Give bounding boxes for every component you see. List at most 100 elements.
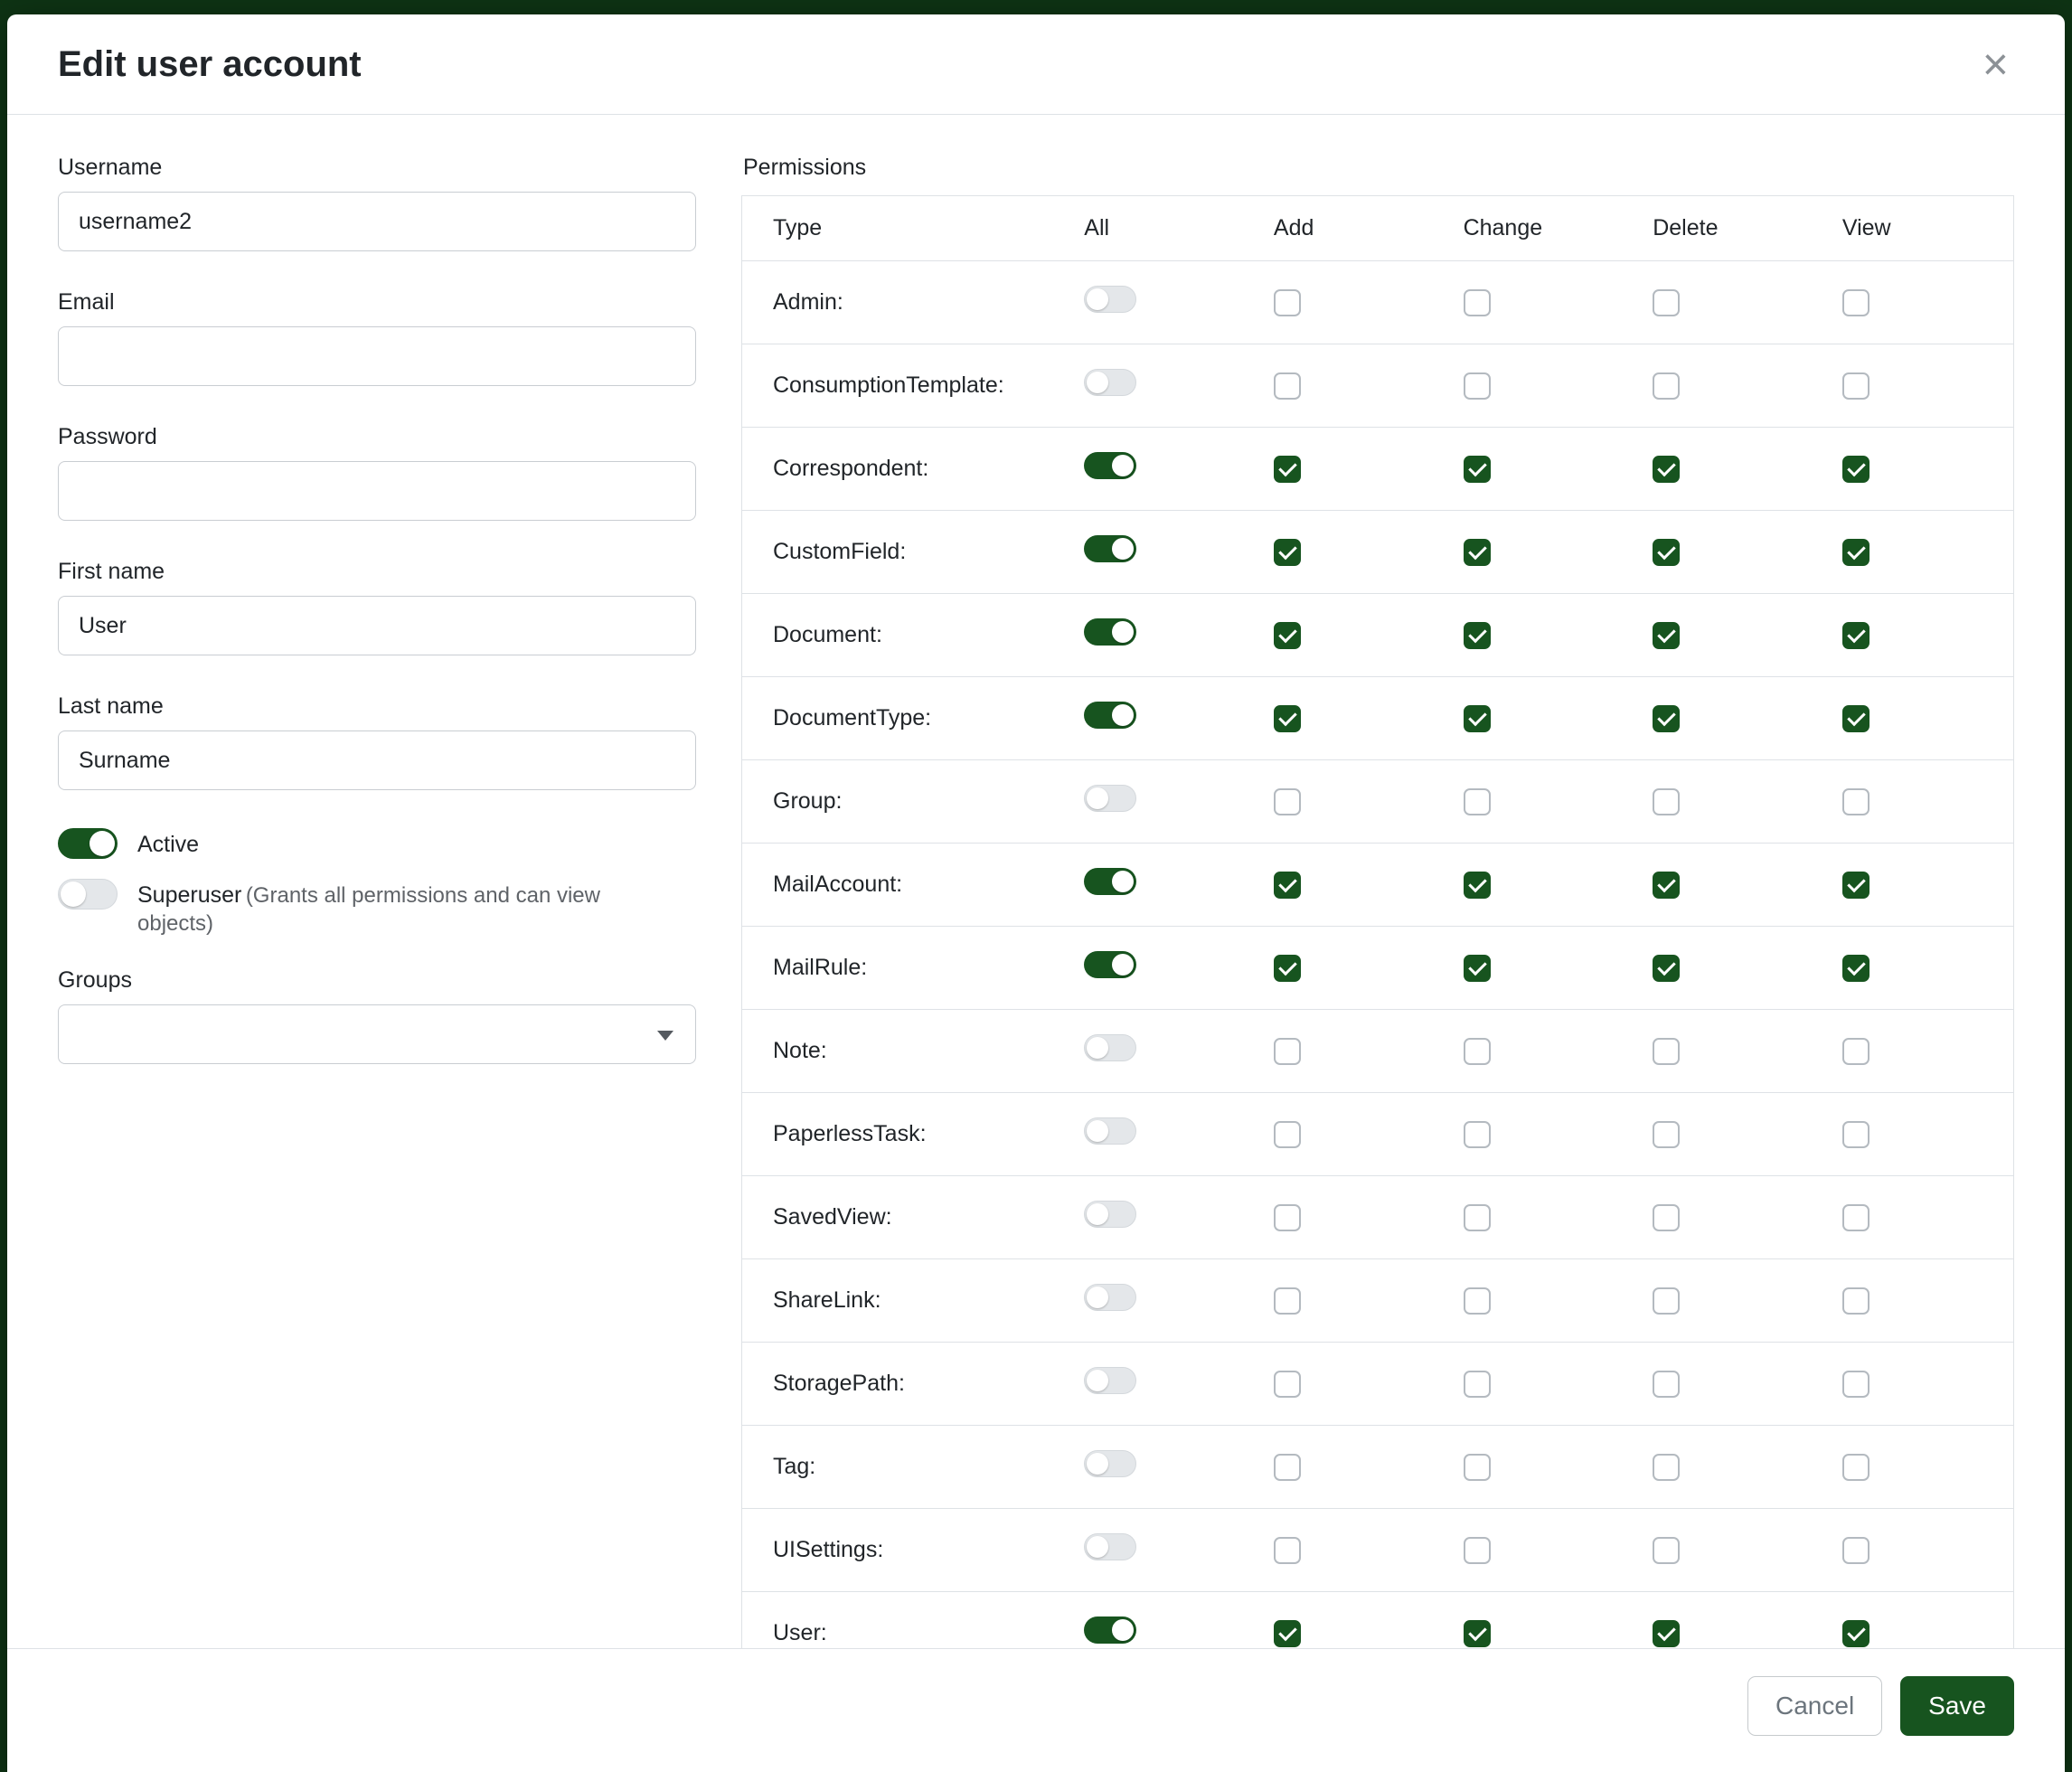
permission-add-checkbox[interactable] [1274,1204,1301,1231]
permission-change-checkbox[interactable] [1464,372,1491,400]
permission-delete-checkbox[interactable] [1653,539,1680,566]
superuser-toggle[interactable] [58,879,118,910]
permission-delete-checkbox[interactable] [1653,1121,1680,1148]
permission-delete-checkbox[interactable] [1653,1537,1680,1564]
permission-add-checkbox[interactable] [1274,622,1301,649]
permission-all-toggle[interactable] [1084,702,1136,729]
permission-all-toggle[interactable] [1084,868,1136,895]
permission-view-checkbox[interactable] [1842,1038,1870,1065]
permission-view-checkbox[interactable] [1842,1620,1870,1647]
close-icon[interactable]: × [1977,42,2014,87]
permission-all-toggle[interactable] [1084,1034,1136,1061]
permission-all-toggle[interactable] [1084,1117,1136,1145]
permission-all-toggle[interactable] [1084,785,1136,812]
permission-delete-checkbox[interactable] [1653,955,1680,982]
permission-add-checkbox[interactable] [1274,1620,1301,1647]
permission-change-checkbox[interactable] [1464,1454,1491,1481]
permission-delete-checkbox[interactable] [1653,872,1680,899]
permission-add-checkbox[interactable] [1274,788,1301,815]
groups-select[interactable] [58,1004,696,1064]
permission-delete-checkbox[interactable] [1653,788,1680,815]
permission-delete-checkbox[interactable] [1653,1371,1680,1398]
permission-change-checkbox[interactable] [1464,872,1491,899]
permission-view-checkbox[interactable] [1842,1287,1870,1315]
permission-view-checkbox[interactable] [1842,1121,1870,1148]
permission-change-checkbox[interactable] [1464,539,1491,566]
permission-add-checkbox[interactable] [1274,372,1301,400]
permission-change-checkbox[interactable] [1464,1537,1491,1564]
permission-add-checkbox[interactable] [1274,872,1301,899]
permission-change-checkbox[interactable] [1464,788,1491,815]
permission-change-checkbox[interactable] [1464,289,1491,316]
permission-add-checkbox[interactable] [1274,1121,1301,1148]
permission-delete-checkbox[interactable] [1653,1287,1680,1315]
permission-view-checkbox[interactable] [1842,539,1870,566]
cancel-button[interactable]: Cancel [1747,1676,1882,1736]
permission-view-checkbox[interactable] [1842,1537,1870,1564]
password-field-group: Password [58,424,696,521]
username-input[interactable] [58,192,696,251]
permission-delete-checkbox[interactable] [1653,289,1680,316]
password-input[interactable] [58,461,696,521]
permission-delete-checkbox[interactable] [1653,1204,1680,1231]
permission-delete-checkbox[interactable] [1653,1620,1680,1647]
permission-all-toggle[interactable] [1084,618,1136,646]
permission-delete-checkbox[interactable] [1653,622,1680,649]
superuser-switch-row: Superuser (Grants all permissions and ca… [58,879,696,937]
superuser-text: Superuser (Grants all permissions and ca… [137,879,680,937]
save-button[interactable]: Save [1900,1676,2014,1736]
permission-add-checkbox[interactable] [1274,1537,1301,1564]
permission-view-checkbox[interactable] [1842,955,1870,982]
permission-view-checkbox[interactable] [1842,456,1870,483]
first-name-input[interactable] [58,596,696,655]
permission-view-checkbox[interactable] [1842,705,1870,732]
permission-view-checkbox[interactable] [1842,289,1870,316]
permission-all-toggle[interactable] [1084,951,1136,978]
permission-view-checkbox[interactable] [1842,622,1870,649]
permission-all-toggle[interactable] [1084,369,1136,396]
permission-change-checkbox[interactable] [1464,456,1491,483]
permission-change-checkbox[interactable] [1464,705,1491,732]
permission-change-checkbox[interactable] [1464,955,1491,982]
permission-delete-checkbox[interactable] [1653,1454,1680,1481]
permission-change-checkbox[interactable] [1464,1620,1491,1647]
permission-all-toggle[interactable] [1084,1367,1136,1394]
permission-add-checkbox[interactable] [1274,1454,1301,1481]
permission-all-toggle[interactable] [1084,452,1136,479]
permission-all-toggle[interactable] [1084,1616,1136,1644]
permission-change-checkbox[interactable] [1464,1204,1491,1231]
permission-view-checkbox[interactable] [1842,1371,1870,1398]
permission-change-checkbox[interactable] [1464,1121,1491,1148]
permission-delete-checkbox[interactable] [1653,705,1680,732]
permission-view-checkbox[interactable] [1842,1454,1870,1481]
email-input[interactable] [58,326,696,386]
permission-view-checkbox[interactable] [1842,788,1870,815]
permission-add-checkbox[interactable] [1274,1371,1301,1398]
permission-all-toggle[interactable] [1084,1201,1136,1228]
permission-add-checkbox[interactable] [1274,456,1301,483]
permission-all-toggle[interactable] [1084,535,1136,562]
permission-all-toggle[interactable] [1084,1450,1136,1477]
permission-row: Document: [742,594,2014,677]
permission-add-checkbox[interactable] [1274,1038,1301,1065]
permission-delete-checkbox[interactable] [1653,372,1680,400]
permission-change-checkbox[interactable] [1464,1038,1491,1065]
permission-change-checkbox[interactable] [1464,622,1491,649]
permission-view-checkbox[interactable] [1842,1204,1870,1231]
permission-add-checkbox[interactable] [1274,539,1301,566]
permission-add-checkbox[interactable] [1274,289,1301,316]
active-toggle[interactable] [58,828,118,859]
permission-all-toggle[interactable] [1084,1284,1136,1311]
permission-all-toggle[interactable] [1084,1533,1136,1560]
permission-view-checkbox[interactable] [1842,372,1870,400]
permission-delete-checkbox[interactable] [1653,456,1680,483]
permission-view-checkbox[interactable] [1842,872,1870,899]
permission-delete-checkbox[interactable] [1653,1038,1680,1065]
permission-add-checkbox[interactable] [1274,955,1301,982]
last-name-input[interactable] [58,730,696,790]
permission-all-toggle[interactable] [1084,286,1136,313]
permission-change-checkbox[interactable] [1464,1371,1491,1398]
permission-add-checkbox[interactable] [1274,705,1301,732]
permission-add-checkbox[interactable] [1274,1287,1301,1315]
permission-change-checkbox[interactable] [1464,1287,1491,1315]
